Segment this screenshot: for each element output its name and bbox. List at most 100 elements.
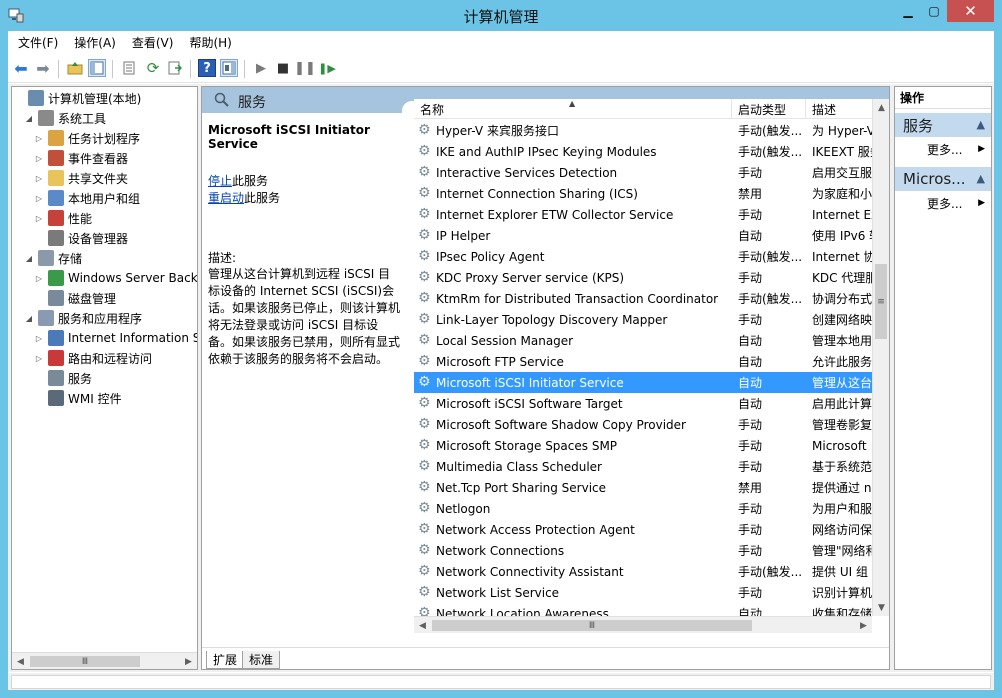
- tree-horizontal-scrollbar[interactable]: ◀ Ⅲ ▶: [12, 652, 197, 669]
- table-row[interactable]: ⚙ Interactive Services Detection 手动 启用交互服: [414, 162, 872, 183]
- expand-toggle-icon[interactable]: ◢: [24, 114, 34, 123]
- scroll-right-icon[interactable]: ▶: [855, 617, 872, 634]
- service-description: 提供通过 n: [812, 481, 872, 495]
- more-actions-services[interactable]: 更多... ▶: [895, 139, 991, 159]
- show-hide-action-pane-icon[interactable]: [220, 59, 238, 77]
- scroll-left-icon[interactable]: ◀: [414, 617, 431, 634]
- table-row[interactable]: ⚙ Internet Explorer ETW Collector Service…: [414, 204, 872, 225]
- table-row[interactable]: ⚙ Microsoft iSCSI Initiator Service 自动 管理从这…: [414, 372, 872, 393]
- tree-item[interactable]: WMI 控件: [34, 388, 122, 408]
- restart-service-link[interactable]: 重启动: [208, 191, 244, 205]
- table-row[interactable]: ⚙ Network Connections 手动 管理"网络和: [414, 540, 872, 561]
- tree-item[interactable]: ▷ 共享文件夹: [34, 168, 128, 188]
- tree-item[interactable]: ▷ 性能: [34, 208, 92, 228]
- table-row[interactable]: ⚙ Hyper-V 来宾服务接口 手动(触发... 为 Hyper-V: [414, 120, 872, 141]
- table-row[interactable]: ⚙ IP Helper 自动 使用 IPv6 转: [414, 225, 872, 246]
- table-row[interactable]: ⚙ Network Access Protection Agent 手动 网络访问保: [414, 519, 872, 540]
- more-actions-selected[interactable]: 更多... ▶: [895, 193, 991, 213]
- restart-service-icon[interactable]: ❚▶: [318, 59, 336, 77]
- table-row[interactable]: ⚙ Netlogon 手动 为用户和服: [414, 498, 872, 519]
- refresh-icon[interactable]: ⟳: [144, 59, 162, 77]
- table-row[interactable]: ⚙ IPsec Policy Agent 手动(触发... Internet 协: [414, 246, 872, 267]
- export-list-icon[interactable]: [166, 59, 184, 77]
- tree-item[interactable]: ▷ 路由和远程访问: [34, 348, 152, 368]
- menu-file[interactable]: 文件(F): [18, 34, 58, 51]
- table-row[interactable]: ⚙ Microsoft Storage Spaces SMP 手动 Microsoft: [414, 435, 872, 456]
- table-row[interactable]: ⚙ IKE and AuthIP IPsec Keying Modules 手动(触…: [414, 141, 872, 162]
- table-row[interactable]: ⚙ Network Connectivity Assistant 手动(触发... 提…: [414, 561, 872, 582]
- table-row[interactable]: ⚙ Multimedia Class Scheduler 手动 基于系统范: [414, 456, 872, 477]
- table-row[interactable]: ⚙ Microsoft iSCSI Software Target 自动 启用此计算: [414, 393, 872, 414]
- expand-toggle-icon[interactable]: ▷: [34, 214, 44, 223]
- back-arrow-icon[interactable]: ⬅: [12, 59, 30, 78]
- stop-service-icon[interactable]: ■: [274, 59, 292, 77]
- menu-help[interactable]: 帮助(H): [189, 34, 231, 51]
- tree-item[interactable]: ▷ Windows Server Backup: [34, 268, 197, 288]
- table-row[interactable]: ⚙ Network List Service 手动 识别计算机: [414, 582, 872, 603]
- table-row[interactable]: ⚙ Microsoft Software Shadow Copy Provider…: [414, 414, 872, 435]
- expand-toggle-icon[interactable]: ◢: [24, 314, 34, 323]
- table-row[interactable]: ⚙ Network Location Awareness 自动 收集和存储: [414, 603, 872, 617]
- maximize-button[interactable]: ▢: [921, 0, 947, 22]
- table-row[interactable]: ⚙ Local Session Manager 自动 管理本地用: [414, 330, 872, 351]
- tree-item[interactable]: ▷ 本地用户和组: [34, 188, 140, 208]
- expand-toggle-icon[interactable]: ▷: [34, 354, 44, 363]
- close-button[interactable]: ✕: [947, 0, 994, 22]
- list-horizontal-scrollbar[interactable]: ◀ Ⅲ ▶: [414, 616, 872, 633]
- collapse-icon[interactable]: ▲: [977, 172, 985, 185]
- forward-arrow-icon[interactable]: ➡: [34, 59, 52, 78]
- scroll-left-icon[interactable]: ◀: [12, 653, 29, 669]
- tree-item[interactable]: 服务: [34, 368, 93, 388]
- expand-toggle-icon[interactable]: ▷: [34, 174, 44, 183]
- scroll-down-icon[interactable]: ▼: [873, 599, 889, 616]
- minimize-button[interactable]: ▁: [895, 0, 921, 22]
- tree-item[interactable]: ▷ 任务计划程序: [34, 128, 140, 148]
- table-row[interactable]: ⚙ Microsoft FTP Service 自动 允许此服务: [414, 351, 872, 372]
- expand-toggle-icon[interactable]: ◢: [24, 254, 34, 263]
- show-hide-tree-icon[interactable]: [88, 59, 106, 77]
- expand-toggle-icon[interactable]: ▷: [34, 134, 44, 143]
- help-icon[interactable]: ?: [198, 59, 216, 77]
- actions-group-selected[interactable]: Micros... ▲: [895, 167, 991, 191]
- tree-item[interactable]: ◢ 系统工具: [24, 108, 106, 128]
- column-desc-header[interactable]: 描述: [806, 99, 872, 119]
- scroll-right-icon[interactable]: ▶: [180, 653, 197, 669]
- list-vscroll-thumb[interactable]: ≡: [875, 264, 887, 339]
- expand-toggle-icon[interactable]: ▷: [34, 154, 44, 163]
- menu-view[interactable]: 查看(V): [132, 34, 174, 51]
- start-service-icon[interactable]: ▶: [252, 59, 270, 77]
- service-startup-type: 手动(触发...: [738, 124, 803, 138]
- title-bar[interactable]: 计算机管理 ▁ ▢ ✕: [0, 0, 1002, 31]
- tree-item[interactable]: 设备管理器: [34, 228, 128, 248]
- tree-item[interactable]: ◢ 服务和应用程序: [24, 308, 142, 328]
- tab-extended[interactable]: 扩展: [206, 651, 245, 669]
- tree-item[interactable]: ▷ Internet Information Services: [34, 328, 197, 348]
- tree-item[interactable]: ▷ 事件查看器: [34, 148, 128, 168]
- tree-item[interactable]: 磁盘管理: [34, 288, 116, 308]
- table-row[interactable]: ⚙ KtmRm for Distributed Transaction Coord…: [414, 288, 872, 309]
- table-row[interactable]: ⚙ Link-Layer Topology Discovery Mapper 手动 创…: [414, 309, 872, 330]
- table-row[interactable]: ⚙ Net.Tcp Port Sharing Service 禁用 提供通过 n: [414, 477, 872, 498]
- tree-item[interactable]: 计算机管理(本地): [14, 88, 141, 108]
- table-row[interactable]: ⚙ Internet Connection Sharing (ICS) 禁用 为家庭和…: [414, 183, 872, 204]
- expand-toggle-icon[interactable]: ▷: [34, 274, 44, 283]
- expand-toggle-icon[interactable]: ▷: [34, 334, 44, 343]
- expand-toggle-icon[interactable]: ▷: [34, 194, 44, 203]
- tree-item[interactable]: ◢ 存储: [24, 248, 82, 268]
- pause-service-icon[interactable]: ❚❚: [294, 59, 316, 77]
- actions-group-services[interactable]: 服务 ▲: [895, 113, 991, 137]
- list-vertical-scrollbar[interactable]: ▲ ≡ ▼: [872, 99, 889, 616]
- stop-service-link[interactable]: 停止: [208, 174, 232, 188]
- tree-scroll-thumb[interactable]: Ⅲ: [30, 656, 140, 667]
- up-folder-icon[interactable]: [66, 59, 84, 77]
- service-description: 协调分布式: [812, 292, 872, 306]
- table-row[interactable]: ⚙ KDC Proxy Server service (KPS) 手动 KDC 代理服: [414, 267, 872, 288]
- scroll-up-icon[interactable]: ▲: [873, 99, 889, 116]
- properties-icon[interactable]: [120, 59, 138, 77]
- list-hscroll-thumb[interactable]: Ⅲ: [432, 620, 752, 631]
- tab-standard[interactable]: 标准: [242, 651, 281, 669]
- column-startup-header[interactable]: 启动类型: [732, 99, 806, 119]
- service-name: Microsoft Storage Spaces SMP: [436, 438, 618, 453]
- menu-action[interactable]: 操作(A): [74, 34, 116, 51]
- collapse-icon[interactable]: ▲: [977, 118, 985, 131]
